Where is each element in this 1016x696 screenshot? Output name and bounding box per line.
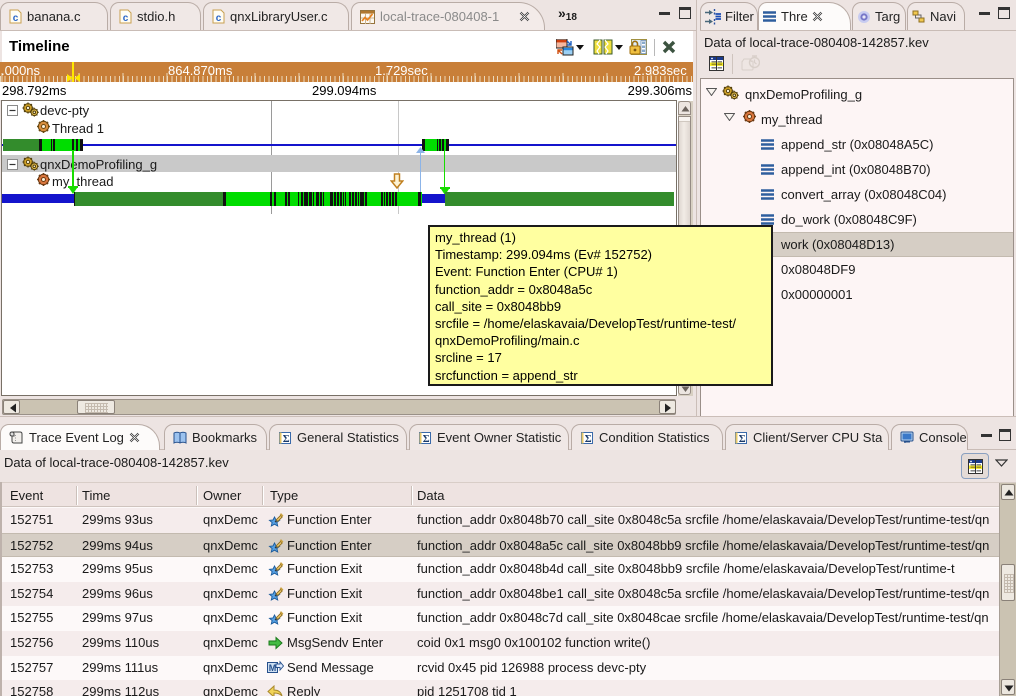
svg-text:Σ: Σ <box>739 434 746 445</box>
svg-text:c: c <box>13 13 19 24</box>
svg-text:Σ: Σ <box>585 434 592 445</box>
svg-text:M: M <box>269 663 277 673</box>
svg-text:Σ: Σ <box>283 434 290 445</box>
svg-text:Σ: Σ <box>423 434 430 445</box>
svg-text:c: c <box>216 13 222 24</box>
svg-text:c: c <box>123 13 129 24</box>
